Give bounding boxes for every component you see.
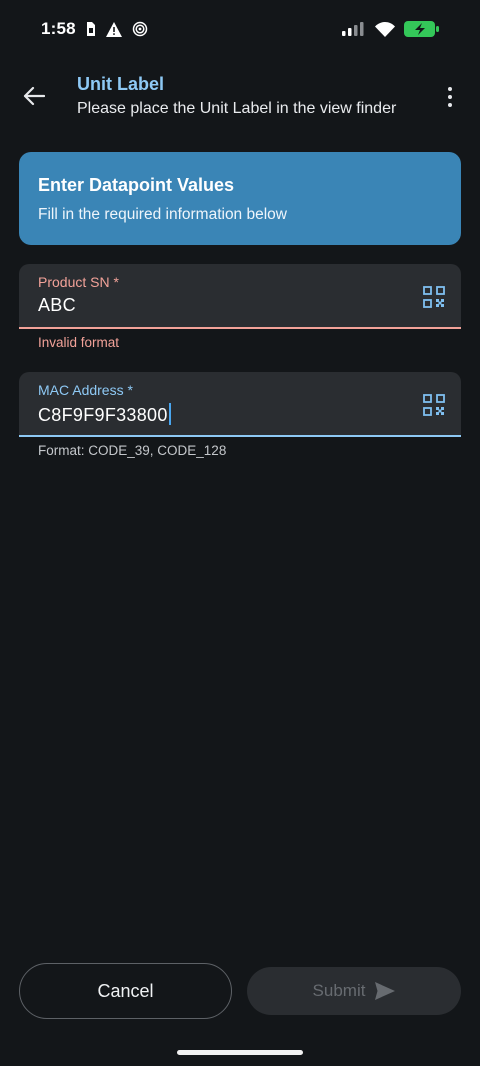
mac-address-input[interactable]: C8F9F9F33800 [38,403,171,426]
arrow-back-icon [23,86,45,106]
more-vert-icon [448,87,452,91]
page-subtitle: Please place the Unit Label in the view … [77,100,397,117]
app-bar: Unit Label Please place the Unit Label i… [0,60,480,132]
status-bar: 1:58 [0,0,480,60]
status-time: 1:58 [41,19,76,38]
product-sn-underline [19,327,461,329]
home-indicator [177,1050,303,1055]
submit-button[interactable]: Submit [247,967,461,1015]
qr-scan-icon[interactable] [421,284,447,310]
info-card-subtitle: Fill in the required information below [38,206,287,223]
product-sn-value[interactable]: ABC [38,295,76,316]
cellular-signal-icon [342,22,364,36]
info-card-title: Enter Datapoint Values [38,175,235,195]
page-title: Unit Label [77,74,165,94]
product-sn-field[interactable]: Product SN * ABC [19,264,461,329]
product-sn-error-text: Invalid format [38,335,120,350]
info-card: Enter Datapoint Values Fill in the requi… [19,152,461,245]
qr-scan-icon[interactable] [421,392,447,418]
text-cursor [168,403,171,425]
mac-address-value: C8F9F9F33800 [38,405,168,425]
product-sn-label: Product SN * [38,274,119,290]
mac-address-helper-text: Format: CODE_39, CODE_128 [38,443,227,458]
send-icon [375,982,396,1000]
hotspot-icon [132,21,148,37]
back-button[interactable] [18,80,50,112]
mac-address-underline [19,435,461,437]
warning-icon [106,21,122,37]
battery-charging-icon [404,21,439,37]
status-right-icons [342,21,440,37]
mac-address-field[interactable]: MAC Address * C8F9F9F33800 [19,372,461,437]
cancel-button-label: Cancel [97,980,154,1001]
submit-button-label: Submit [312,981,366,1000]
status-left-icons [86,21,148,37]
sim-card-icon [87,22,95,36]
wifi-icon [375,21,395,37]
mac-address-label: MAC Address * [38,382,133,398]
cancel-button[interactable]: Cancel [19,963,232,1019]
more-options-button[interactable] [442,82,458,112]
